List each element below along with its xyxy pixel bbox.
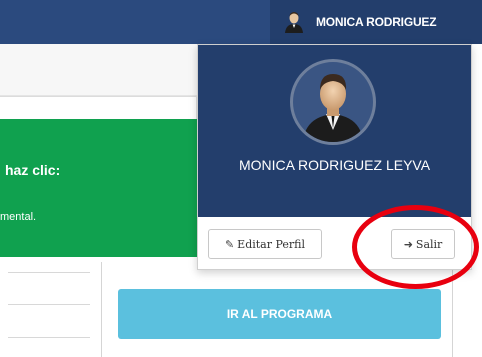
topbar-user-name: MONICA RODRIGUEZ bbox=[316, 15, 437, 29]
divider bbox=[0, 96, 200, 97]
profile-full-name: MONICA RODRIGUEZ LEYVA bbox=[238, 157, 431, 173]
user-dropdown-header: MONICA RODRIGUEZ LEYVA bbox=[198, 45, 471, 217]
list-divider bbox=[8, 304, 90, 305]
go-to-program-button[interactable]: IR AL PROGRAMA bbox=[118, 289, 441, 339]
banner-text: mental. bbox=[0, 211, 37, 223]
edit-profile-button[interactable]: ✎ Editar Perfil bbox=[208, 229, 322, 259]
list-divider bbox=[8, 272, 90, 273]
list-divider bbox=[8, 337, 90, 338]
edit-profile-label: Editar Perfil bbox=[237, 237, 306, 251]
highlight-circle-annotation bbox=[352, 205, 479, 289]
column-divider bbox=[101, 262, 102, 357]
user-menu-toggle[interactable]: MONICA RODRIGUEZ bbox=[270, 0, 482, 44]
info-banner: haz clic: mental. bbox=[0, 119, 200, 257]
content-subheader bbox=[0, 44, 200, 96]
edit-icon: ✎ bbox=[224, 237, 235, 251]
profile-avatar-icon bbox=[290, 59, 376, 145]
top-navbar: MONICA RODRIGUEZ bbox=[0, 0, 482, 44]
banner-title: haz clic: bbox=[5, 162, 61, 178]
user-avatar-icon bbox=[285, 12, 303, 33]
